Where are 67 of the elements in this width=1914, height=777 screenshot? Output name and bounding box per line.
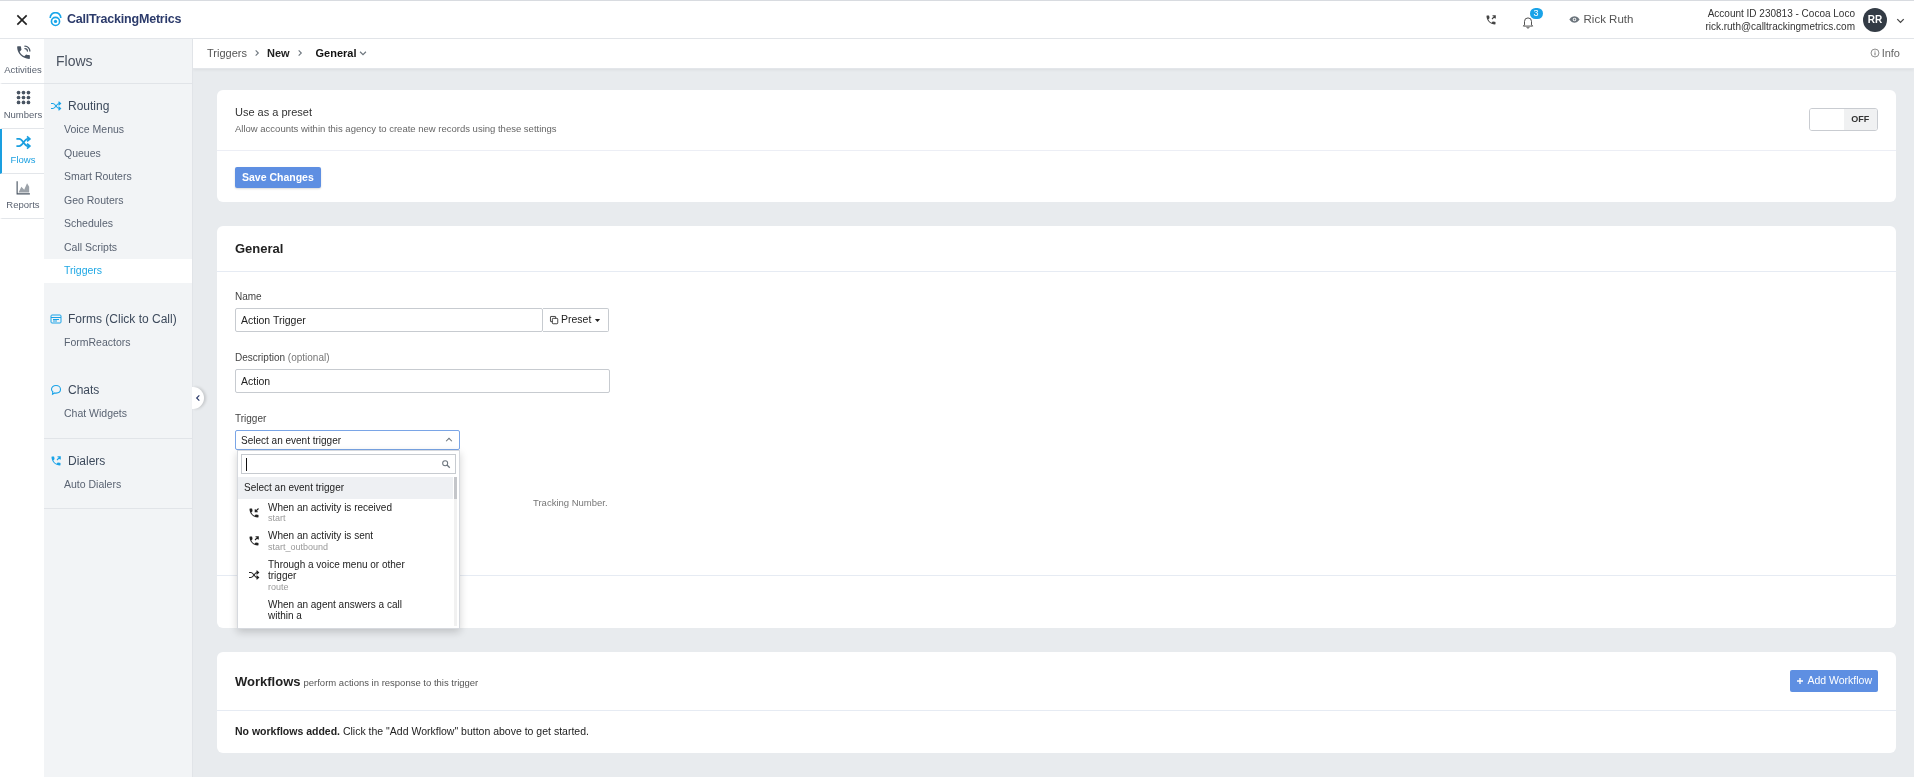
field-label: Name [235,290,263,305]
phone-icon [50,454,62,467]
preset-description: Allow accounts within this agency to create new records using these settings [235,122,557,136]
sidebar-item[interactable]: Queues [44,141,192,165]
sidebar-item[interactable]: FormReactors [44,330,192,354]
description-field[interactable]: Action [235,369,610,394]
phone-icon [248,535,260,547]
option-code: start_outbound [268,541,330,552]
chart-icon [14,179,32,197]
field-label: Trigger [235,412,268,427]
user-avatar[interactable]: RR [1863,7,1887,32]
breadcrumb-menu[interactable]: General [315,45,368,62]
sidebar-item[interactable]: Call Scripts [44,235,192,259]
search-field[interactable] [241,454,456,475]
sidebar-item[interactable]: Auto Dialers [44,472,192,496]
viewing-as-name: Rick Ruth [1583,11,1634,27]
preset-button[interactable]: Preset [543,308,610,333]
account-info: Account ID 230813 - Cocoa Loco [1706,6,1855,20]
logo-text: CallTrackingMetrics [67,11,182,29]
phone-icon [14,44,32,62]
sidebar-item[interactable]: Schedules [44,212,192,236]
preset-toggle[interactable]: OFF [1809,108,1878,132]
sidebar-group-title: Routing [68,98,110,115]
plus-icon [1796,677,1805,686]
sidebar-group-title: Chats [68,382,100,399]
option-code: start [268,513,287,524]
account-email: rick.ruth@calltrackingmetrics.com [1705,19,1855,33]
shuffle-icon [248,569,260,582]
copy-icon [549,315,559,326]
form-icon [50,312,62,325]
sidebar-item[interactable]: Chat Widgets [44,402,192,426]
info-link[interactable]: Info [1869,45,1900,62]
breadcrumb-link[interactable]: Triggers [207,45,247,62]
sidebar-item[interactable]: Smart Routers [44,165,192,189]
sidebar-title: Flows [44,39,192,84]
chevron-left-icon [194,394,202,402]
section-title: Workflows [235,672,301,691]
field-label: Description (optional) [235,351,331,366]
close-icon [15,12,29,27]
info-icon [1869,48,1880,59]
section-subtitle: perform actions in response to this trigger [303,675,479,690]
option-code: route [268,581,290,592]
section-title: General [217,226,1896,273]
help-text: Tracking Number. [533,496,609,511]
chevron-right-icon [295,49,304,58]
trigger-select[interactable]: Select an event trigger [235,430,460,451]
logo-icon [48,12,63,27]
grid-icon [14,89,32,107]
name-field[interactable]: Action Trigger [235,308,543,333]
dropdown-option[interactable]: Select an event trigger [238,477,453,499]
search-icon [441,459,451,470]
chevron-right-icon [252,49,261,58]
preset-title: Use as a preset [235,104,314,120]
eye-icon [1568,14,1580,25]
bell-icon [1520,14,1535,29]
sidebar-group-title: Forms (Click to Call) [68,310,177,328]
phone-icon [248,506,260,519]
chat-icon [50,384,62,396]
breadcrumb-item: New [266,46,290,61]
notification-badge: 3 [1529,7,1543,19]
sidebar-item[interactable]: Voice Menus [44,118,192,142]
empty-message: No workflows added. Click the "Add Workflow" button above to get started. [234,724,590,740]
shuffle-icon [50,100,62,112]
sidebar-group-title: Dialers [68,452,106,470]
phone-icon [1484,14,1497,27]
sidebar-item[interactable]: Geo Routers [44,188,192,212]
shuffle-icon [14,134,32,152]
